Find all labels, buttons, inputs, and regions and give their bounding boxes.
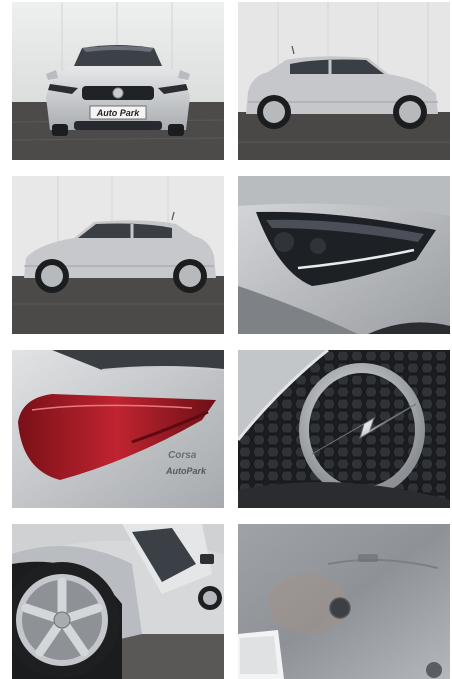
photo-thumbnail-headlight[interactable] xyxy=(238,176,450,334)
dealer-plate-text: Auto Park xyxy=(96,108,141,118)
dealer-badge-text: AutoPark xyxy=(165,466,207,476)
photo-thumbnail-taillight[interactable]: Corsa AutoPark xyxy=(12,350,224,508)
car-side-right-image xyxy=(238,2,450,160)
model-badge-text: Corsa xyxy=(168,450,197,461)
paint-detail-image xyxy=(238,524,450,679)
badge-detail-image xyxy=(238,350,450,508)
car-front-image: Auto Park xyxy=(12,2,224,160)
photo-thumbnail-paint[interactable] xyxy=(238,524,450,679)
photo-thumbnail-side-right[interactable] xyxy=(238,2,450,160)
photo-gallery: Auto Park Corsa AutoPark xyxy=(0,0,452,679)
photo-thumbnail-side-left[interactable] xyxy=(12,176,224,334)
photo-thumbnail-front[interactable]: Auto Park xyxy=(12,2,224,160)
photo-thumbnail-wheel[interactable] xyxy=(12,524,224,679)
headlight-detail-image xyxy=(238,176,450,334)
photo-thumbnail-badge[interactable] xyxy=(238,350,450,508)
taillight-detail-image: Corsa AutoPark xyxy=(12,350,224,508)
car-side-left-image xyxy=(12,176,224,334)
wheel-detail-image xyxy=(12,524,224,679)
